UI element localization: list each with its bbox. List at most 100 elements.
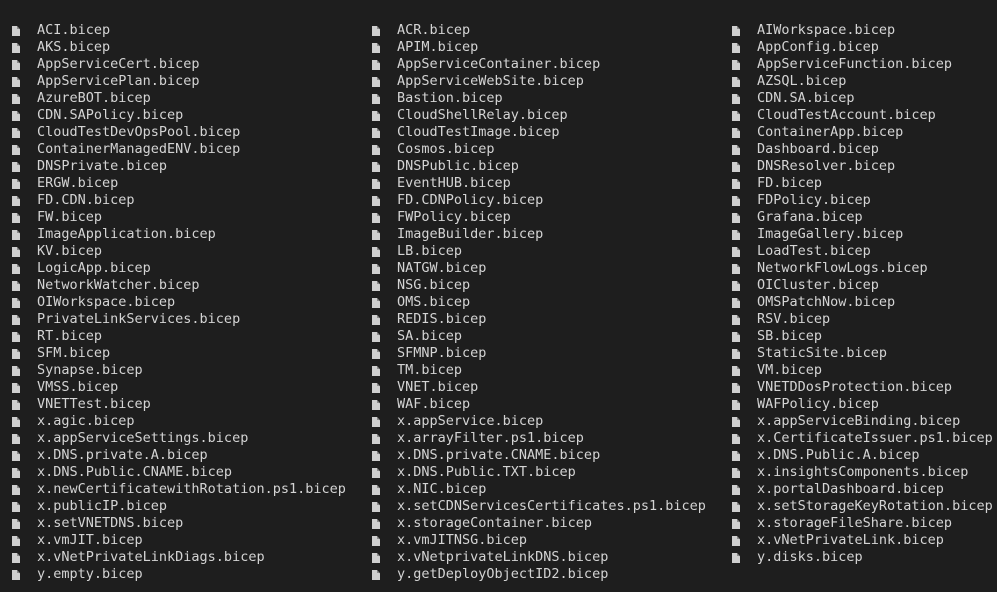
file-entry[interactable]: x.insightsComponents.bicep — [732, 464, 993, 481]
file-entry[interactable]: AZSQL.bicep — [732, 73, 993, 90]
file-entry[interactable]: FW.bicep — [12, 209, 346, 226]
file-entry[interactable]: NetworkWatcher.bicep — [12, 277, 346, 294]
file-entry[interactable]: FD.CDNPolicy.bicep — [372, 192, 706, 209]
file-entry[interactable]: ImageGallery.bicep — [732, 226, 993, 243]
file-entry[interactable]: Cosmos.bicep — [372, 141, 706, 158]
file-entry[interactable]: RT.bicep — [12, 328, 346, 345]
file-entry[interactable]: APIM.bicep — [372, 39, 706, 56]
file-entry[interactable]: AppServiceWebSite.bicep — [372, 73, 706, 90]
file-entry[interactable]: x.vmJIT.bicep — [12, 532, 346, 549]
file-entry[interactable]: x.setCDNServicesCertificates.ps1.bicep — [372, 498, 706, 515]
file-entry[interactable]: x.publicIP.bicep — [12, 498, 346, 515]
file-entry[interactable]: SB.bicep — [732, 328, 993, 345]
file-entry[interactable]: KV.bicep — [12, 243, 346, 260]
file-entry[interactable]: SA.bicep — [372, 328, 706, 345]
file-entry[interactable]: ImageBuilder.bicep — [372, 226, 706, 243]
file-entry[interactable]: VM.bicep — [732, 362, 993, 379]
file-entry[interactable]: NetworkFlowLogs.bicep — [732, 260, 993, 277]
file-entry[interactable]: x.arrayFilter.ps1.bicep — [372, 430, 706, 447]
file-entry[interactable]: StaticSite.bicep — [732, 345, 993, 362]
file-entry[interactable]: y.getDeployObjectID2.bicep — [372, 566, 706, 583]
file-entry[interactable]: x.NIC.bicep — [372, 481, 706, 498]
file-entry[interactable]: CloudTestDevOpsPool.bicep — [12, 124, 346, 141]
file-entry[interactable]: x.DNS.Public.CNAME.bicep — [12, 464, 346, 481]
file-icon — [372, 77, 380, 87]
file-entry[interactable]: x.DNS.private.A.bicep — [12, 447, 346, 464]
file-entry[interactable]: ERGW.bicep — [12, 175, 346, 192]
file-entry[interactable]: CloudTestImage.bicep — [372, 124, 706, 141]
file-entry[interactable]: Grafana.bicep — [732, 209, 993, 226]
file-entry[interactable]: CloudTestAccount.bicep — [732, 107, 993, 124]
file-entry[interactable]: EventHUB.bicep — [372, 175, 706, 192]
file-entry[interactable]: Dashboard.bicep — [732, 141, 993, 158]
file-entry[interactable]: OIWorkspace.bicep — [12, 294, 346, 311]
file-entry[interactable]: Bastion.bicep — [372, 90, 706, 107]
file-entry[interactable]: VNETTest.bicep — [12, 396, 346, 413]
file-entry[interactable]: Synapse.bicep — [12, 362, 346, 379]
file-entry[interactable]: x.appServiceBinding.bicep — [732, 413, 993, 430]
file-entry[interactable]: LogicApp.bicep — [12, 260, 346, 277]
file-entry[interactable]: x.vNetPrivateLink.bicep — [732, 532, 993, 549]
file-entry[interactable]: x.agic.bicep — [12, 413, 346, 430]
file-entry[interactable]: REDIS.bicep — [372, 311, 706, 328]
file-entry[interactable]: FD.CDN.bicep — [12, 192, 346, 209]
file-entry[interactable]: CDN.SAPolicy.bicep — [12, 107, 346, 124]
file-entry[interactable]: x.DNS.private.CNAME.bicep — [372, 447, 706, 464]
file-entry[interactable]: DNSPrivate.bicep — [12, 158, 346, 175]
file-entry[interactable]: CDN.SA.bicep — [732, 90, 993, 107]
file-entry[interactable]: ContainerApp.bicep — [732, 124, 993, 141]
file-entry[interactable]: SFMNP.bicep — [372, 345, 706, 362]
file-entry[interactable]: OMSPatchNow.bicep — [732, 294, 993, 311]
file-entry[interactable]: x.vmJITNSG.bicep — [372, 532, 706, 549]
file-entry[interactable]: x.vNetPrivateLinkDiags.bicep — [12, 549, 346, 566]
file-name: ImageGallery.bicep — [757, 226, 904, 242]
file-entry[interactable]: AzureBOT.bicep — [12, 90, 346, 107]
file-entry[interactable]: OMS.bicep — [372, 294, 706, 311]
file-entry[interactable]: y.disks.bicep — [732, 549, 993, 566]
file-entry[interactable]: VNET.bicep — [372, 379, 706, 396]
file-entry[interactable]: x.setVNETDNS.bicep — [12, 515, 346, 532]
file-entry[interactable]: AIWorkspace.bicep — [732, 22, 993, 39]
file-entry[interactable]: AppServiceContainer.bicep — [372, 56, 706, 73]
file-entry[interactable]: AppConfig.bicep — [732, 39, 993, 56]
file-entry[interactable]: AppServiceCert.bicep — [12, 56, 346, 73]
file-entry[interactable]: LB.bicep — [372, 243, 706, 260]
file-entry[interactable]: ImageApplication.bicep — [12, 226, 346, 243]
file-entry[interactable]: LoadTest.bicep — [732, 243, 993, 260]
file-entry[interactable]: OICluster.bicep — [732, 277, 993, 294]
file-entry[interactable]: SFM.bicep — [12, 345, 346, 362]
file-entry[interactable]: ACI.bicep — [12, 22, 346, 39]
file-entry[interactable]: PrivateLinkServices.bicep — [12, 311, 346, 328]
file-entry[interactable]: x.portalDashboard.bicep — [732, 481, 993, 498]
file-entry[interactable]: RSV.bicep — [732, 311, 993, 328]
file-entry[interactable]: WAFPolicy.bicep — [732, 396, 993, 413]
file-entry[interactable]: x.DNS.Public.A.bicep — [732, 447, 993, 464]
file-entry[interactable]: x.appServiceSettings.bicep — [12, 430, 346, 447]
file-entry[interactable]: AppServiceFunction.bicep — [732, 56, 993, 73]
file-entry[interactable]: FWPolicy.bicep — [372, 209, 706, 226]
file-entry[interactable]: CloudShellRelay.bicep — [372, 107, 706, 124]
file-entry[interactable]: TM.bicep — [372, 362, 706, 379]
file-entry[interactable]: FDPolicy.bicep — [732, 192, 993, 209]
file-entry[interactable]: x.vNetprivateLinkDNS.bicep — [372, 549, 706, 566]
file-entry[interactable]: NATGW.bicep — [372, 260, 706, 277]
file-entry[interactable]: ContainerManagedENV.bicep — [12, 141, 346, 158]
file-entry[interactable]: x.storageContainer.bicep — [372, 515, 706, 532]
file-entry[interactable]: DNSPublic.bicep — [372, 158, 706, 175]
file-entry[interactable]: x.storageFileShare.bicep — [732, 515, 993, 532]
file-entry[interactable]: x.newCertificatewithRotation.ps1.bicep — [12, 481, 346, 498]
file-entry[interactable]: FD.bicep — [732, 175, 993, 192]
file-entry[interactable]: ACR.bicep — [372, 22, 706, 39]
file-entry[interactable]: DNSResolver.bicep — [732, 158, 993, 175]
file-entry[interactable]: AppServicePlan.bicep — [12, 73, 346, 90]
file-entry[interactable]: x.DNS.Public.TXT.bicep — [372, 464, 706, 481]
file-entry[interactable]: y.empty.bicep — [12, 566, 346, 583]
file-entry[interactable]: x.appService.bicep — [372, 413, 706, 430]
file-entry[interactable]: VMSS.bicep — [12, 379, 346, 396]
file-entry[interactable]: NSG.bicep — [372, 277, 706, 294]
file-entry[interactable]: x.setStorageKeyRotation.bicep — [732, 498, 993, 515]
file-entry[interactable]: VNETDDosProtection.bicep — [732, 379, 993, 396]
file-entry[interactable]: WAF.bicep — [372, 396, 706, 413]
file-entry[interactable]: AKS.bicep — [12, 39, 346, 56]
file-entry[interactable]: x.CertificateIssuer.ps1.bicep — [732, 430, 993, 447]
